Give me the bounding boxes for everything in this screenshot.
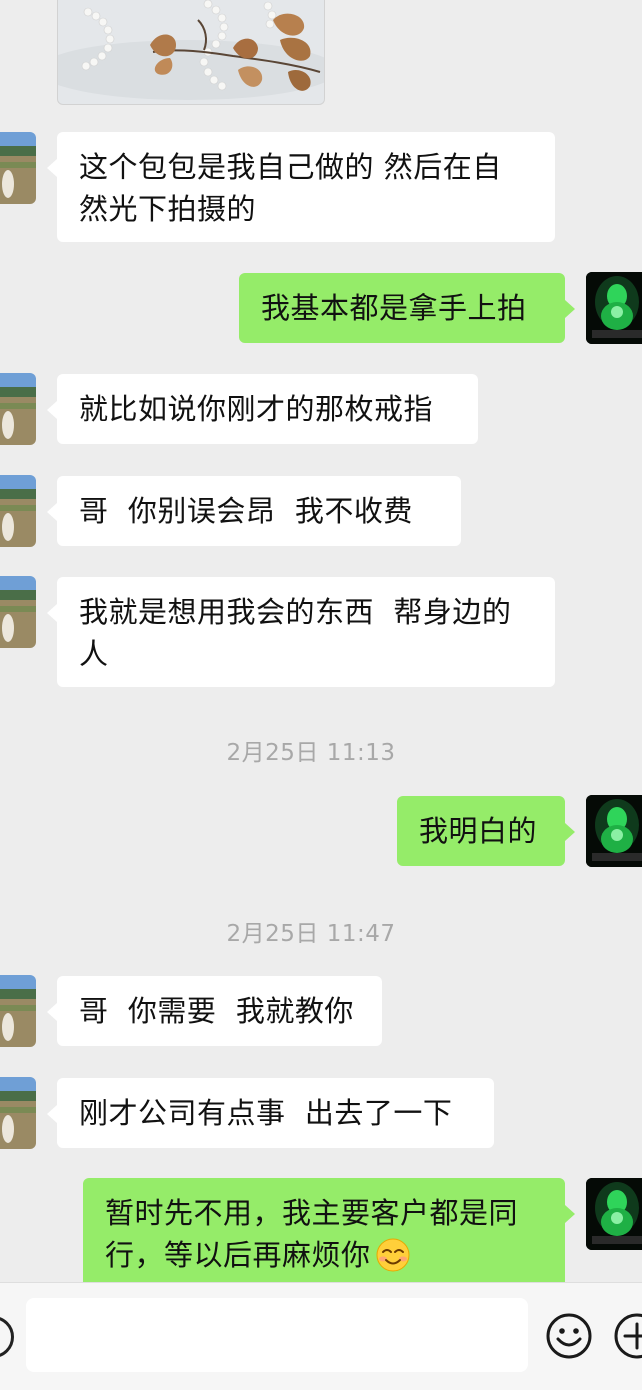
message-bubble-outgoing[interactable]: 我基本都是拿手上拍 — [239, 273, 575, 343]
message-bubble-incoming[interactable]: 我就是想用我会的东西 帮身边的 人 — [47, 577, 555, 687]
message-text: 哥 你需要 我就教你 — [79, 994, 354, 1028]
contact-avatar[interactable] — [0, 373, 36, 445]
message-text: 我基本都是拿手上拍 — [261, 291, 527, 325]
timestamp: 2月25日 11:13 — [226, 740, 396, 766]
my-avatar[interactable] — [586, 272, 642, 344]
message-bubble-incoming[interactable]: 这个包包是我自己做的 然后在自 然光下拍摄的 — [47, 132, 555, 242]
image-message[interactable] — [57, 0, 325, 105]
message-text: 就比如说你刚才的那枚戒指 — [79, 392, 434, 426]
my-avatar[interactable] — [586, 795, 642, 867]
contact-avatar[interactable] — [0, 475, 36, 547]
message-text: 人 — [79, 637, 109, 671]
message-bubble-incoming[interactable]: 哥 你别误会昂 我不收费 — [47, 476, 461, 546]
message-bubble-outgoing[interactable]: 我明白的 — [397, 796, 575, 866]
message-text: 然光下拍摄的 — [79, 192, 257, 226]
message-text: 刚才公司有点事 出去了一下 — [79, 1096, 453, 1130]
message-text: 行，等以后再麻烦你 — [105, 1238, 371, 1272]
plus-icon[interactable] — [612, 1311, 642, 1361]
message-text: 这个包包是我自己做的 然后在自 — [79, 150, 502, 184]
voice-icon[interactable] — [0, 1316, 14, 1358]
emoji-icon[interactable] — [544, 1311, 594, 1361]
message-input[interactable] — [26, 1298, 528, 1372]
contact-avatar[interactable] — [0, 1077, 36, 1149]
message-text: 我明白的 — [419, 814, 538, 848]
photo-thumbnail — [58, 0, 324, 104]
input-bar — [0, 1282, 642, 1390]
contact-avatar[interactable] — [0, 975, 36, 1047]
contact-avatar[interactable] — [0, 576, 36, 648]
message-bubble-outgoing[interactable]: 暂时先不用，我主要客户都是同 行，等以后再麻烦你 — [83, 1178, 575, 1282]
message-line: 行，等以后再麻烦你 — [105, 1234, 543, 1276]
timestamp: 2月25日 11:47 — [226, 921, 396, 947]
message-text: 暂时先不用，我主要客户都是同 — [105, 1196, 519, 1230]
message-bubble-incoming[interactable]: 哥 你需要 我就教你 — [47, 976, 382, 1046]
chat-area[interactable]: 这个包包是我自己做的 然后在自 然光下拍摄的 我基本都是拿手上拍 就比如说你刚才… — [0, 0, 642, 1282]
message-text: 哥 你别误会昂 我不收费 — [79, 494, 413, 528]
smile-emoji — [376, 1238, 410, 1272]
message-text: 我就是想用我会的东西 帮身边的 — [79, 595, 512, 629]
message-bubble-incoming[interactable]: 刚才公司有点事 出去了一下 — [47, 1078, 494, 1148]
my-avatar[interactable] — [586, 1178, 642, 1250]
contact-avatar[interactable] — [0, 132, 36, 204]
message-bubble-incoming[interactable]: 就比如说你刚才的那枚戒指 — [47, 374, 478, 444]
